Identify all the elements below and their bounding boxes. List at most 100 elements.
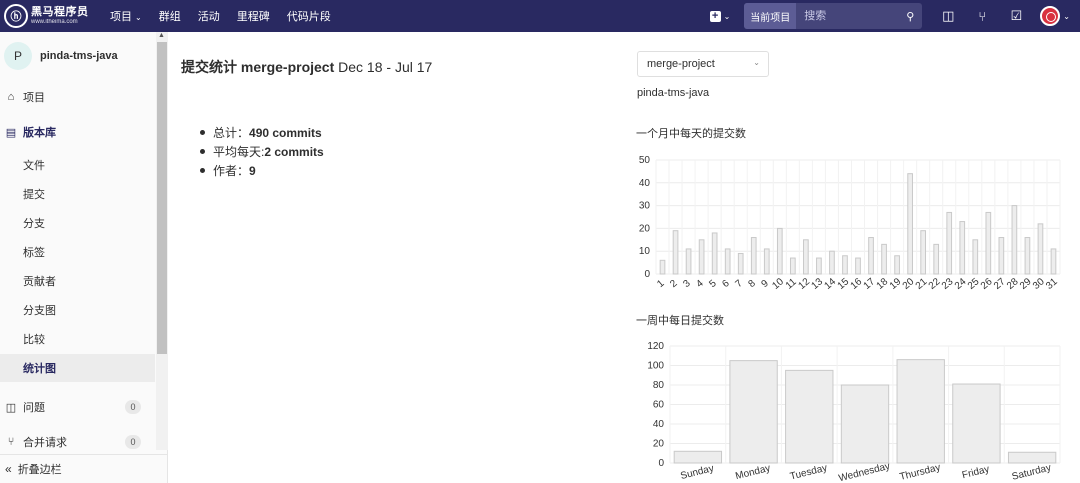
chart-bar [998, 237, 1005, 275]
chart-bar [763, 248, 770, 275]
week-chart-title: 一周中每日提交数 [636, 315, 724, 327]
list-item: 总计： 490 commits [200, 123, 324, 142]
y-tick-label: 40 [639, 178, 651, 189]
scroll-up-arrow-icon[interactable]: ▲ [158, 32, 165, 39]
x-tick-label: Wednesday [838, 461, 892, 481]
x-tick-label: 2 [668, 278, 680, 290]
logo[interactable]: ⓗ 黑马程序员 www.itheima.com [4, 4, 102, 28]
sidebar-sub-graph[interactable]: 分支图 [0, 296, 155, 324]
sidebar: P pinda-tms-java ⌂ 项目 ▤ 版本库 文件 提交 分支 标签 … [0, 32, 168, 483]
collapse-sidebar-button[interactable]: « 折叠边栏 [0, 454, 168, 483]
plus-icon: + [709, 10, 721, 22]
y-tick-label: 0 [658, 458, 664, 469]
chevron-down-icon: ⌄ [753, 58, 760, 67]
sidebar-item-issues[interactable]: ◫ 问题 0 [0, 393, 155, 421]
repository-name: pinda-tms-java [637, 87, 710, 99]
month-chart-title: 一个月中每天的提交数 [636, 128, 746, 140]
sidebar-item-repository[interactable]: ▤ 版本库 [0, 118, 155, 146]
chart-bar [776, 227, 783, 275]
page-title-range: Dec 18 - Jul 17 [338, 59, 433, 75]
user-avatar[interactable] [1040, 6, 1061, 26]
sidebar-item-project[interactable]: ⌂ 项目 [0, 83, 155, 111]
chart-bar [659, 259, 666, 275]
issues-count-badge: 0 [125, 400, 141, 414]
issues-icon[interactable]: ◫ [940, 8, 956, 24]
chart-bar [933, 243, 940, 275]
search-icon[interactable]: ⚲ [898, 10, 922, 23]
x-tick-label: Monday [734, 463, 771, 481]
chart-bar [896, 359, 945, 464]
x-tick-label: Friday [961, 464, 991, 481]
project-name: pinda-tms-java [40, 50, 118, 62]
chart-bar [952, 383, 1001, 464]
sidebar-sub-commits[interactable]: 提交 [0, 180, 155, 208]
search-scope-badge[interactable]: 当前项目 [744, 3, 797, 29]
x-tick-label: 8 [746, 278, 758, 290]
chart-bar [1050, 248, 1057, 275]
chart-bar [1037, 223, 1044, 275]
nav-milestones[interactable]: 里程碑 [237, 8, 270, 24]
chart-bar [816, 257, 822, 275]
chart-bar [803, 239, 809, 275]
new-dropdown-button[interactable]: + ⌄ [709, 10, 731, 22]
y-tick-label: 20 [653, 439, 665, 450]
x-tick-label: Tuesday [789, 463, 829, 481]
sidebar-sub-files[interactable]: 文件 [0, 151, 155, 179]
chart-bar [829, 250, 835, 275]
chart-bar [868, 237, 874, 275]
sidebar-project-header[interactable]: P pinda-tms-java [0, 40, 118, 72]
y-tick-label: 30 [639, 201, 651, 212]
chart-bar [894, 255, 900, 275]
x-tick-label: Saturday [1011, 462, 1053, 481]
x-tick-label: Thursday [899, 462, 942, 481]
logo-text: 黑马程序员 [31, 6, 89, 18]
sidebar-sub-branches[interactable]: 分支 [0, 209, 155, 237]
x-tick-label: 4 [694, 278, 706, 290]
y-tick-label: 20 [639, 223, 651, 234]
chart-bar [840, 384, 890, 464]
x-tick-label: 3 [681, 278, 693, 290]
sidebar-sub-charts[interactable]: 统计图 [0, 354, 155, 382]
y-tick-label: 120 [647, 341, 664, 352]
chart-bar [698, 239, 705, 275]
y-tick-label: 40 [653, 419, 665, 430]
chevron-down-icon[interactable]: ⌄ [1063, 12, 1070, 21]
chart-bar [729, 360, 778, 464]
chart-bar [907, 173, 913, 275]
ref-select-dropdown[interactable]: merge-project ⌄ [637, 51, 769, 77]
home-icon: ⌂ [7, 91, 15, 103]
nav-groups[interactable]: 群组 [159, 8, 181, 24]
y-tick-label: 100 [647, 361, 664, 372]
merge-request-icon: ⑂ [7, 436, 15, 448]
y-tick-label: 80 [653, 380, 665, 391]
chevron-down-icon: ⌄ [135, 13, 142, 22]
sidebar-sub-contributors[interactable]: 贡献者 [0, 267, 155, 295]
merge-request-icon[interactable]: ⑂ [974, 9, 990, 24]
chart-bar [946, 211, 953, 275]
x-tick-label: 31 [1044, 276, 1060, 292]
sidebar-sub-compare[interactable]: 比较 [0, 325, 155, 353]
nav-activity[interactable]: 活动 [198, 8, 220, 24]
chart-bar [711, 232, 718, 275]
chart-bar [881, 243, 887, 275]
issues-icon: ◫ [5, 401, 17, 414]
chevron-down-icon: ⌄ [723, 11, 731, 21]
search-input[interactable] [796, 10, 899, 22]
todo-icon[interactable]: ☑ [1008, 8, 1024, 24]
chart-bar [673, 450, 723, 464]
x-tick-label: 6 [720, 278, 732, 290]
chart-bar [737, 252, 744, 275]
nav-snippets[interactable]: 代码片段 [287, 8, 331, 24]
x-tick-label: 7 [733, 278, 745, 290]
sidebar-item-merge-requests[interactable]: ⑂ 合并请求 0 [0, 428, 155, 456]
y-tick-label: 10 [639, 246, 651, 257]
nav-projects[interactable]: 项目 ⌄ [110, 8, 142, 24]
logo-mark-icon: ⓗ [4, 4, 28, 28]
chart-bar [855, 257, 861, 275]
sidebar-scrollbar-thumb[interactable] [157, 42, 167, 354]
logo-url: www.itheima.com [31, 19, 78, 25]
chart-bar [789, 257, 796, 275]
page-title-main: 提交统计 merge-project [181, 59, 335, 75]
sidebar-scrollbar[interactable]: ▲ [156, 32, 168, 450]
sidebar-sub-tags[interactable]: 标签 [0, 238, 155, 266]
